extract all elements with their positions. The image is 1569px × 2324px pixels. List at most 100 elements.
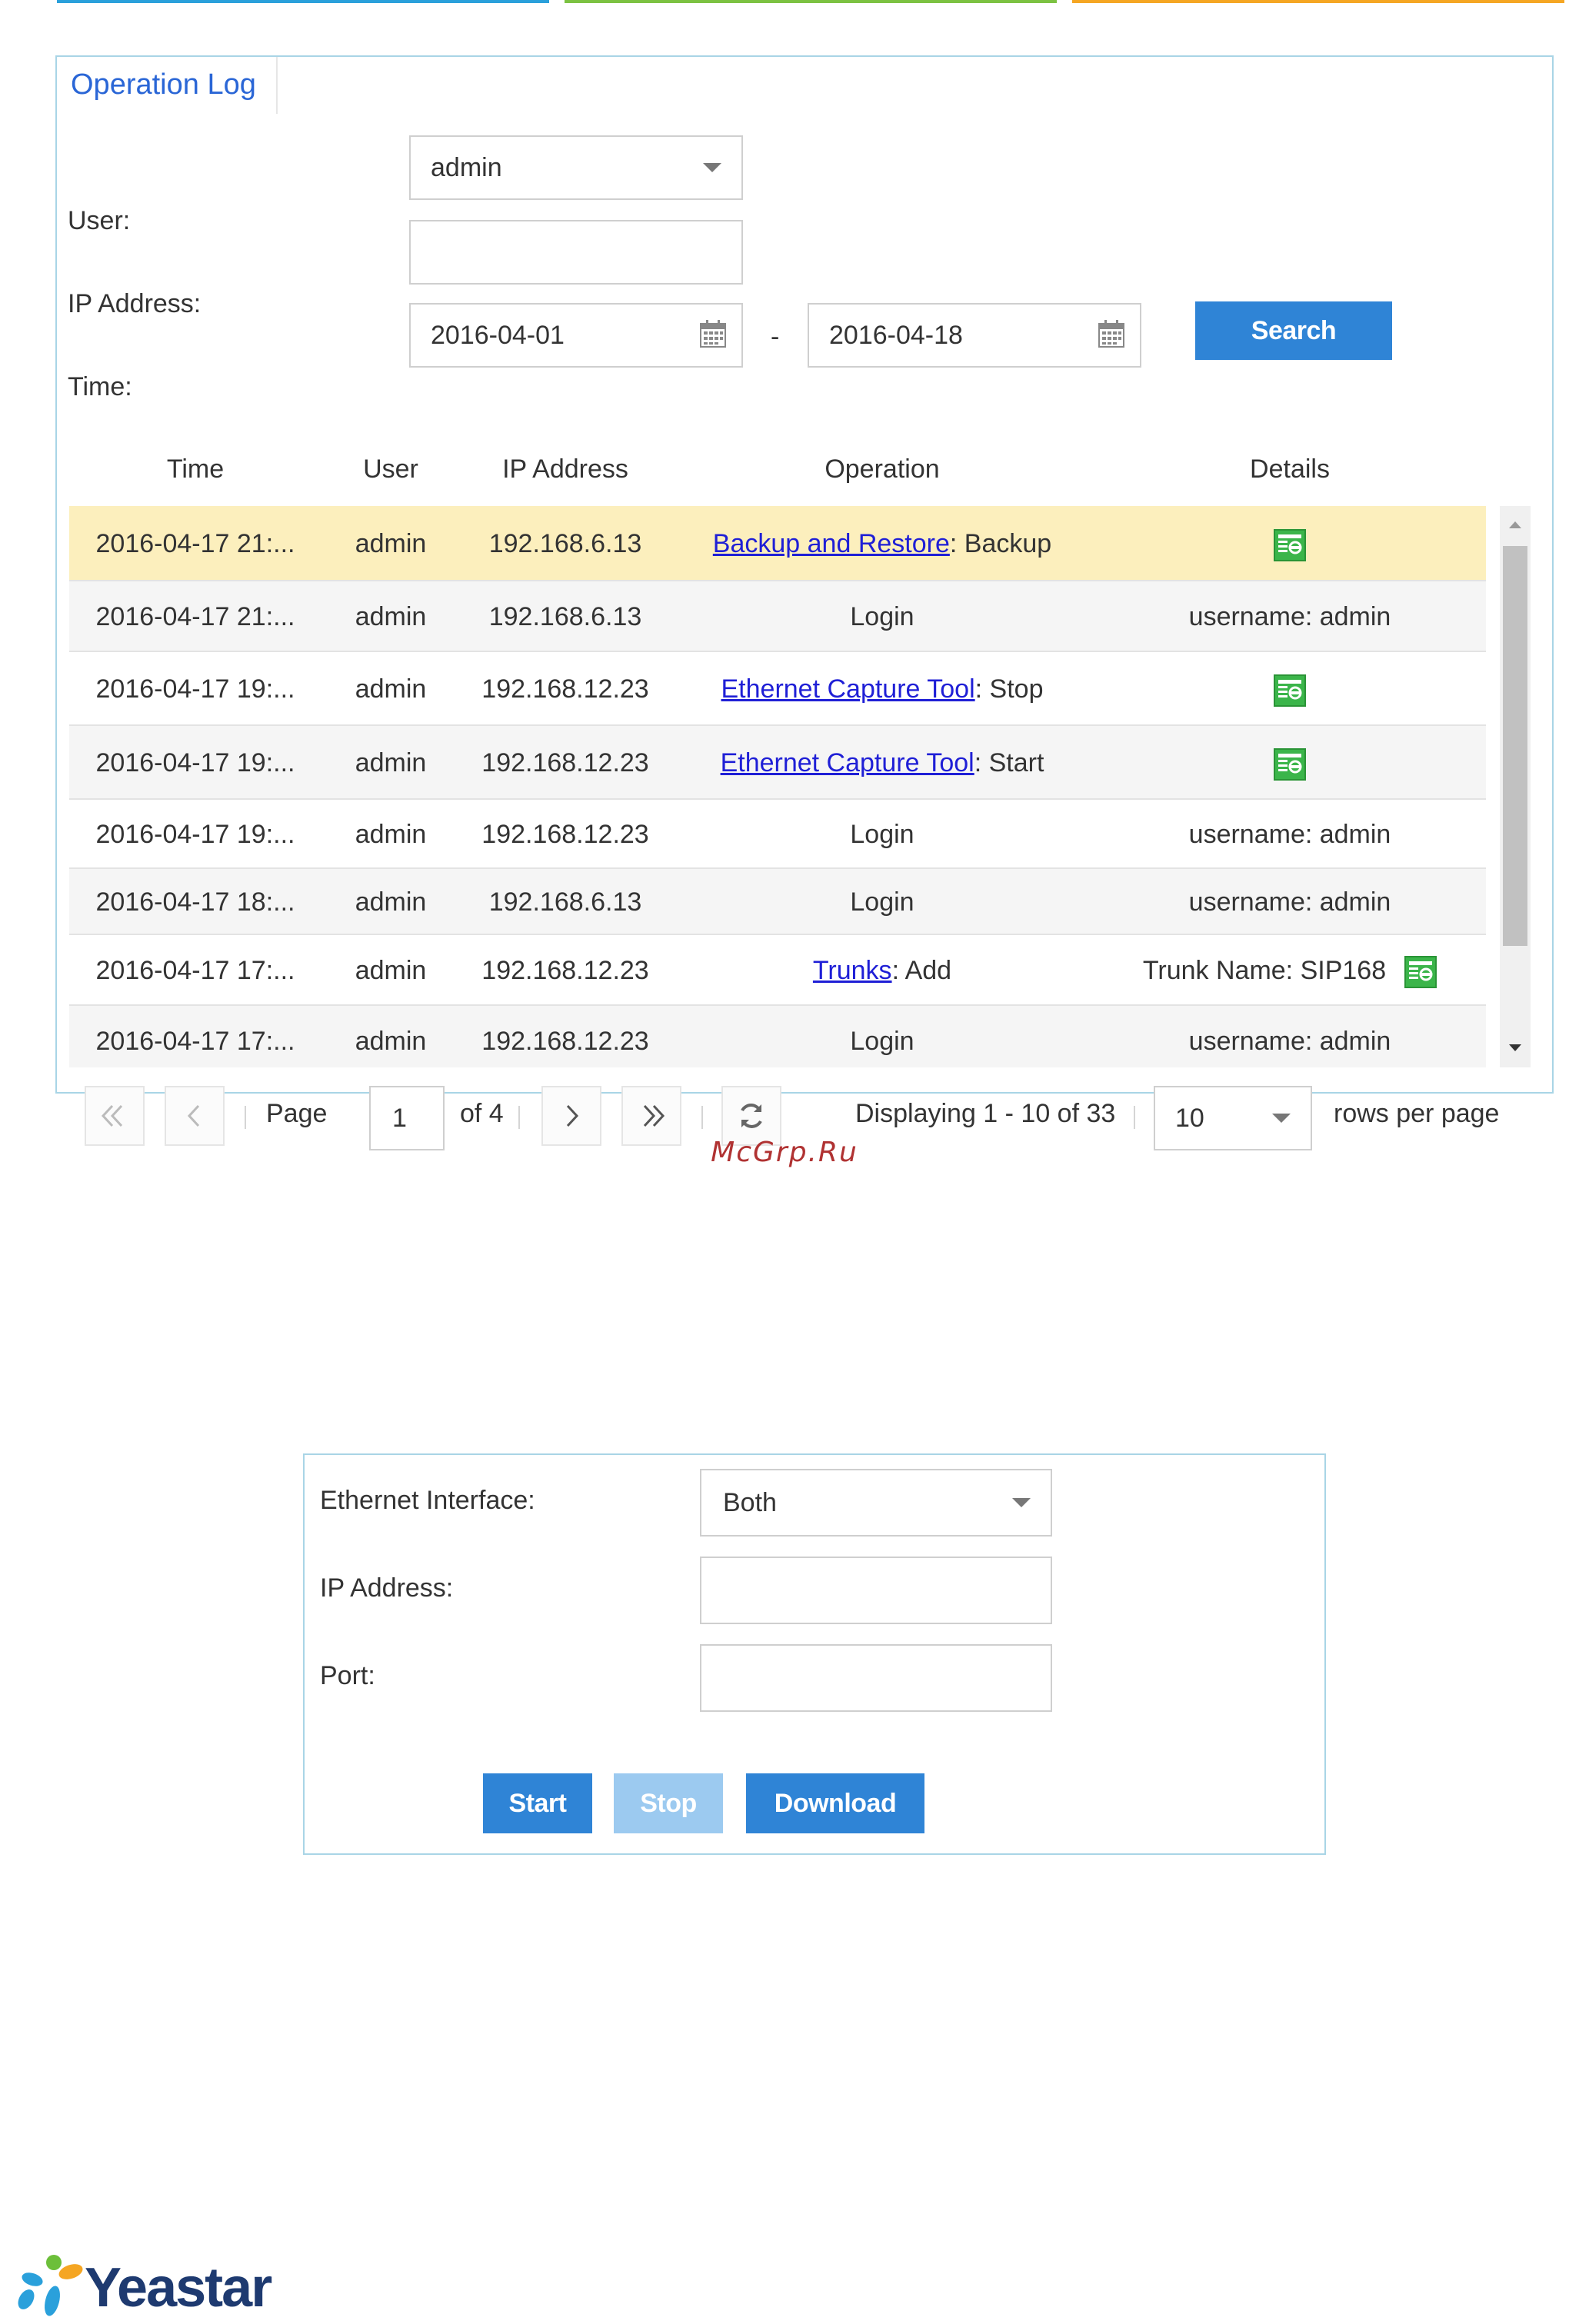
- ethernet-interface-value: Both: [723, 1488, 777, 1517]
- cell-user: admin: [355, 602, 427, 631]
- vertical-scrollbar[interactable]: [1500, 506, 1531, 1067]
- table-row[interactable]: 2016-04-17 21:... admin 192.168.6.13 Login u…: [69, 581, 1486, 652]
- column-header-operation[interactable]: Operation: [671, 432, 1094, 506]
- details-text: username: admin: [1188, 820, 1391, 849]
- pager-separator: [701, 1106, 703, 1129]
- top-strip-orange: [1072, 0, 1564, 3]
- ethernet-interface-label: Ethernet Interface:: [320, 1486, 535, 1515]
- download-button[interactable]: Download: [746, 1773, 924, 1833]
- details-icon[interactable]: [1404, 956, 1437, 989]
- yeastar-logo: Yeastar: [11, 2253, 288, 2322]
- cell-user: admin: [355, 820, 427, 849]
- details-text: username: admin: [1188, 1027, 1391, 1056]
- table-row[interactable]: 2016-04-17 19:... admin 192.168.12.23 Login…: [69, 800, 1486, 869]
- operation-text: : Stop: [974, 674, 1044, 704]
- cell-operation: Ethernet Capture Tool: Start: [671, 726, 1094, 800]
- search-button[interactable]: Search: [1195, 301, 1392, 360]
- details-icon[interactable]: [1274, 674, 1306, 708]
- cell-user: admin: [355, 1027, 427, 1056]
- stop-button[interactable]: Stop: [614, 1773, 723, 1833]
- table-row[interactable]: 2016-04-17 21:... admin 192.168.6.13 Backup…: [69, 506, 1486, 581]
- time-range-separator: -: [771, 322, 780, 351]
- tab-operation-log[interactable]: Operation Log: [57, 57, 278, 114]
- details-text: username: admin: [1188, 887, 1391, 917]
- watermark: McGrp.Ru: [711, 1137, 858, 1168]
- calendar-icon[interactable]: [1098, 320, 1124, 348]
- cell-user: admin: [355, 748, 427, 777]
- port-input[interactable]: [700, 1644, 1052, 1712]
- cell-time: 2016-04-17 17:...: [95, 1027, 295, 1056]
- cell-operation: Ethernet Capture Tool: Stop: [671, 652, 1094, 726]
- double-chevron-left-icon: [101, 1104, 123, 1127]
- cell-operation: Trunks: Add: [671, 935, 1094, 1006]
- operation-link[interactable]: Ethernet Capture Tool: [721, 748, 974, 777]
- table-row[interactable]: 2016-04-17 19:... admin 192.168.12.23 Ether…: [69, 726, 1486, 800]
- start-button[interactable]: Start: [483, 1773, 592, 1833]
- operation-link[interactable]: Trunks: [813, 956, 892, 985]
- cell-time: 2016-04-17 18:...: [95, 887, 295, 917]
- cell-time: 2016-04-17 21:...: [95, 529, 295, 558]
- pager-separator: [1134, 1106, 1135, 1129]
- cell-time: 2016-04-17 19:...: [95, 820, 295, 849]
- details-icon[interactable]: [1274, 748, 1306, 781]
- cell-ip-address: 192.168.12.23: [481, 674, 649, 704]
- double-chevron-right-icon: [643, 1104, 665, 1127]
- operation-text: Login: [850, 602, 914, 631]
- cell-details: username: admin: [1094, 869, 1486, 935]
- rows-per-page-value: 10: [1175, 1104, 1204, 1133]
- operation-log-panel: Operation Log User: admin IP Address: Ti…: [55, 55, 1554, 1150]
- calendar-icon[interactable]: [700, 320, 726, 348]
- table-row[interactable]: 2016-04-17 19:... admin 192.168.12.23 Ether…: [69, 652, 1486, 726]
- details-icon[interactable]: [1274, 529, 1306, 562]
- operation-text: Login: [850, 1027, 914, 1056]
- cell-ip-address: 192.168.6.13: [488, 529, 642, 558]
- cell-ip-address: 192.168.12.23: [481, 1027, 649, 1056]
- table-row[interactable]: 2016-04-17 17:... admin 192.168.12.23 Login…: [69, 1006, 1486, 1067]
- time-to-input[interactable]: 2016-04-18: [808, 303, 1141, 368]
- ip-address-input[interactable]: [409, 220, 743, 285]
- cell-time: 2016-04-17 17:...: [95, 956, 295, 985]
- yeastar-logo-icon: [18, 2255, 83, 2316]
- scroll-up-arrow-icon[interactable]: [1509, 521, 1521, 528]
- chevron-left-icon: [187, 1104, 200, 1127]
- capture-ip-address-input[interactable]: [700, 1557, 1052, 1624]
- column-header-time[interactable]: Time: [69, 432, 321, 506]
- column-header-ip-address[interactable]: IP Address: [460, 432, 671, 506]
- scroll-down-arrow-icon[interactable]: [1509, 1044, 1521, 1051]
- ip-address-label: IP Address:: [68, 289, 202, 318]
- log-table-header: Time User IP Address Operation Details: [69, 432, 1531, 506]
- time-from-input[interactable]: 2016-04-01: [409, 303, 743, 368]
- cell-time: 2016-04-17 19:...: [95, 674, 295, 704]
- table-row[interactable]: 2016-04-17 17:... admin 192.168.12.23 Trunk…: [69, 935, 1486, 1006]
- operation-text: Login: [850, 887, 914, 917]
- cell-operation: Login: [671, 581, 1094, 652]
- log-table-body: 2016-04-17 17:... admin 192.168.12.23 Login…: [69, 506, 1531, 1067]
- table-row[interactable]: 2016-04-17 18:... admin 192.168.6.13 Login u…: [69, 869, 1486, 935]
- cell-details: username: admin: [1094, 1006, 1486, 1067]
- column-header-details[interactable]: Details: [1094, 432, 1486, 506]
- details-text: Trunk Name: SIP168: [1142, 956, 1387, 985]
- user-select[interactable]: admin: [409, 135, 743, 200]
- time-from-value: 2016-04-01: [431, 321, 565, 350]
- column-header-user[interactable]: User: [321, 432, 460, 506]
- details-text: username: admin: [1188, 602, 1391, 631]
- chevron-down-icon: [1272, 1114, 1291, 1123]
- top-strip-green: [565, 0, 1057, 3]
- cell-details: Trunk Name: SIP168: [1094, 935, 1486, 1006]
- cell-operation: Login: [671, 869, 1094, 935]
- operation-link[interactable]: Backup and Restore: [713, 529, 950, 558]
- operation-link[interactable]: Ethernet Capture Tool: [721, 674, 975, 704]
- yeastar-logo-text: Yeastar: [85, 2257, 272, 2319]
- cell-details: username: admin: [1094, 581, 1486, 652]
- user-select-value: admin: [431, 153, 502, 182]
- cell-ip-address: 192.168.6.13: [488, 887, 642, 917]
- pager-separator: [518, 1106, 520, 1129]
- operation-text: Login: [850, 820, 914, 849]
- top-strip-blue: [57, 0, 549, 3]
- ethernet-interface-select[interactable]: Both: [700, 1469, 1052, 1537]
- cell-user: admin: [355, 674, 427, 704]
- scrollbar-thumb[interactable]: [1503, 546, 1527, 946]
- cell-ip-address: 192.168.12.23: [481, 820, 649, 849]
- port-label: Port:: [320, 1661, 375, 1690]
- cell-operation: Login: [671, 800, 1094, 869]
